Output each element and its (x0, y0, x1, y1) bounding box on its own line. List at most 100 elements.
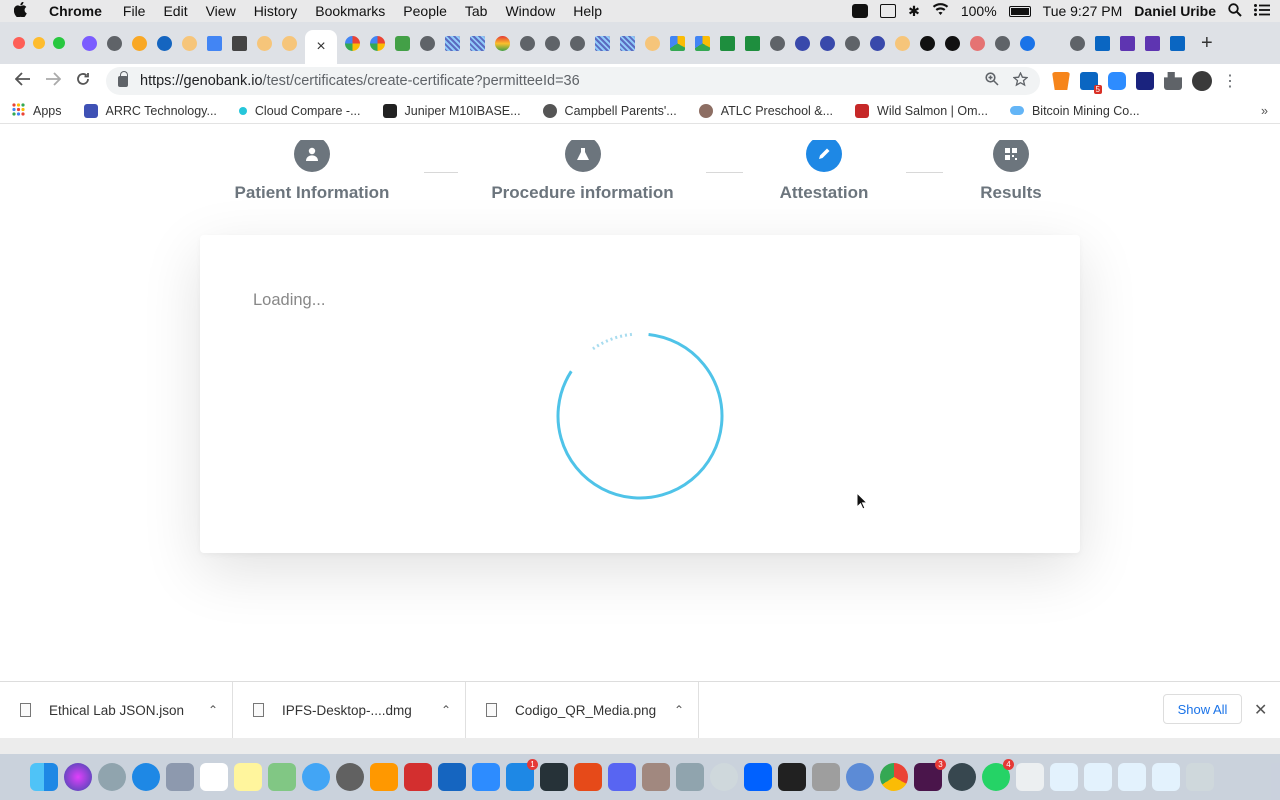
menu-history[interactable]: History (245, 3, 307, 19)
tab-stripe-3[interactable] (593, 34, 612, 53)
close-window-button[interactable] (13, 37, 25, 49)
tab-genobank-5[interactable] (893, 34, 912, 53)
bookmark-apps[interactable]: Apps (12, 102, 62, 119)
tab-spark[interactable] (130, 34, 149, 53)
image-capture-icon[interactable] (676, 763, 704, 791)
bookmark-arrc[interactable]: ARRC Technology... (83, 103, 217, 118)
tab-globe-5[interactable] (568, 34, 587, 53)
quicktime-icon[interactable] (948, 763, 976, 791)
menu-tab[interactable]: Tab (456, 3, 497, 19)
slack-icon[interactable]: 3 (914, 759, 946, 791)
bookmark-campbell[interactable]: Campbell Parents'... (542, 103, 677, 118)
discord-icon[interactable] (608, 763, 636, 791)
address-bar[interactable]: https://genobank.io/test/certificates/cr… (106, 67, 1040, 95)
tab-stripe-1[interactable] (443, 34, 462, 53)
linkedin-extension-icon[interactable]: 5 (1080, 72, 1102, 94)
tab-close-icon[interactable]: × (316, 38, 325, 56)
tab-globe-9[interactable] (1068, 34, 1087, 53)
tab-genobank-2[interactable] (255, 34, 274, 53)
tab-rainbow[interactable] (493, 34, 512, 53)
puzzle-extensions-icon[interactable] (1164, 72, 1182, 90)
tab-settings[interactable] (1018, 34, 1037, 53)
url-text[interactable]: https://genobank.io/test/certificates/cr… (140, 73, 985, 89)
tab-p-app[interactable] (393, 34, 412, 53)
dropbox-icon[interactable] (744, 763, 772, 791)
zoom-extension-icon[interactable] (1108, 72, 1126, 90)
powerpoint-icon[interactable] (574, 763, 602, 791)
folder-stack-icon[interactable] (1118, 763, 1146, 791)
script-editor-icon[interactable] (812, 763, 840, 791)
bookmarks-overflow-icon[interactable]: » (1261, 104, 1268, 118)
clock[interactable]: Tue 9:27 PM (1043, 3, 1123, 19)
tab-globe-2[interactable] (418, 34, 437, 53)
system-preferences-icon[interactable] (336, 763, 364, 791)
chevron-up-icon[interactable]: ⌃ (674, 703, 698, 717)
calendar-icon[interactable] (200, 763, 228, 791)
notes-icon[interactable] (234, 763, 262, 791)
document-icon[interactable] (1016, 763, 1044, 791)
battery-icon[interactable] (1008, 5, 1031, 17)
screen-mirror-icon[interactable] (880, 4, 897, 18)
back-button[interactable] (8, 71, 38, 91)
step-results[interactable]: Results (979, 140, 1043, 203)
finder-icon[interactable] (30, 763, 58, 791)
tab-sheets-1[interactable] (718, 34, 737, 53)
spotlight-search-icon[interactable] (1228, 2, 1242, 20)
preview-icon[interactable] (166, 763, 194, 791)
trash-icon[interactable] (1186, 763, 1214, 791)
whatsapp-icon[interactable]: 4 (982, 759, 1014, 791)
calculator-icon[interactable] (370, 763, 398, 791)
bluetooth-icon[interactable]: ✱ (908, 3, 920, 20)
user-name[interactable]: Daniel Uribe (1134, 3, 1216, 19)
reload-button[interactable] (68, 72, 98, 91)
menu-bookmarks[interactable]: Bookmarks (306, 3, 394, 19)
chrome-menu-icon[interactable]: ⋮ (1222, 71, 1238, 91)
menu-people[interactable]: People (394, 3, 456, 19)
menu-file[interactable]: File (114, 3, 155, 19)
tab-current[interactable]: × (305, 30, 337, 64)
maps-icon[interactable] (268, 763, 296, 791)
bookmark-cloud-compare[interactable]: Cloud Compare -... (238, 104, 361, 118)
bookmark-bitcoin-mining[interactable]: Bitcoin Mining Co... (1009, 104, 1140, 118)
word-icon[interactable] (438, 763, 466, 791)
tab-genobank-3[interactable] (280, 34, 299, 53)
tab-docs[interactable] (205, 34, 224, 53)
show-all-downloads-button[interactable]: Show All (1163, 694, 1242, 724)
tab-wave-3[interactable] (868, 34, 887, 53)
bookmark-juniper[interactable]: Juniper M10IBASE... (382, 103, 521, 118)
tab-drive-2[interactable] (693, 34, 712, 53)
menu-help[interactable]: Help (564, 3, 611, 19)
tab-globe-8[interactable] (993, 34, 1012, 53)
notification-center-icon[interactable] (1254, 3, 1270, 19)
safari-icon[interactable] (132, 763, 160, 791)
zoom-status-icon[interactable] (852, 4, 869, 18)
r-app-icon[interactable] (846, 763, 874, 791)
app-store-icon[interactable]: 1 (506, 759, 538, 791)
acrobat-icon[interactable] (404, 763, 432, 791)
new-tab-button[interactable]: + (1201, 32, 1213, 55)
download-item[interactable]: Ethical Lab JSON.json ⌃ (0, 682, 233, 738)
tab-genobank-1[interactable] (180, 34, 199, 53)
tab-red-app[interactable] (968, 34, 987, 53)
tab-json[interactable] (230, 34, 249, 53)
tab-globe-6[interactable] (768, 34, 787, 53)
folder-stack-icon[interactable] (1152, 763, 1180, 791)
tab-wave-1[interactable] (793, 34, 812, 53)
tab-list-1[interactable] (1118, 34, 1137, 53)
tab-list-2[interactable] (1143, 34, 1162, 53)
messages-icon[interactable] (302, 763, 330, 791)
metamask-icon[interactable] (1052, 72, 1070, 90)
launchpad-icon[interactable] (98, 763, 126, 791)
tab-linkedin-2[interactable] (1168, 34, 1187, 53)
tab-blank[interactable] (1043, 34, 1062, 53)
wifi-icon[interactable] (932, 3, 949, 19)
tab-github[interactable] (918, 34, 937, 53)
terminal-icon[interactable] (778, 763, 806, 791)
menu-edit[interactable]: Edit (154, 3, 196, 19)
tab-linkedin-1[interactable] (1093, 34, 1112, 53)
bookmark-star-icon[interactable] (1012, 70, 1029, 91)
zoom-window-button[interactable] (53, 37, 65, 49)
step-attestation[interactable]: Attestation (776, 140, 872, 203)
chrome-icon[interactable] (880, 763, 908, 791)
forward-button[interactable] (38, 71, 68, 91)
